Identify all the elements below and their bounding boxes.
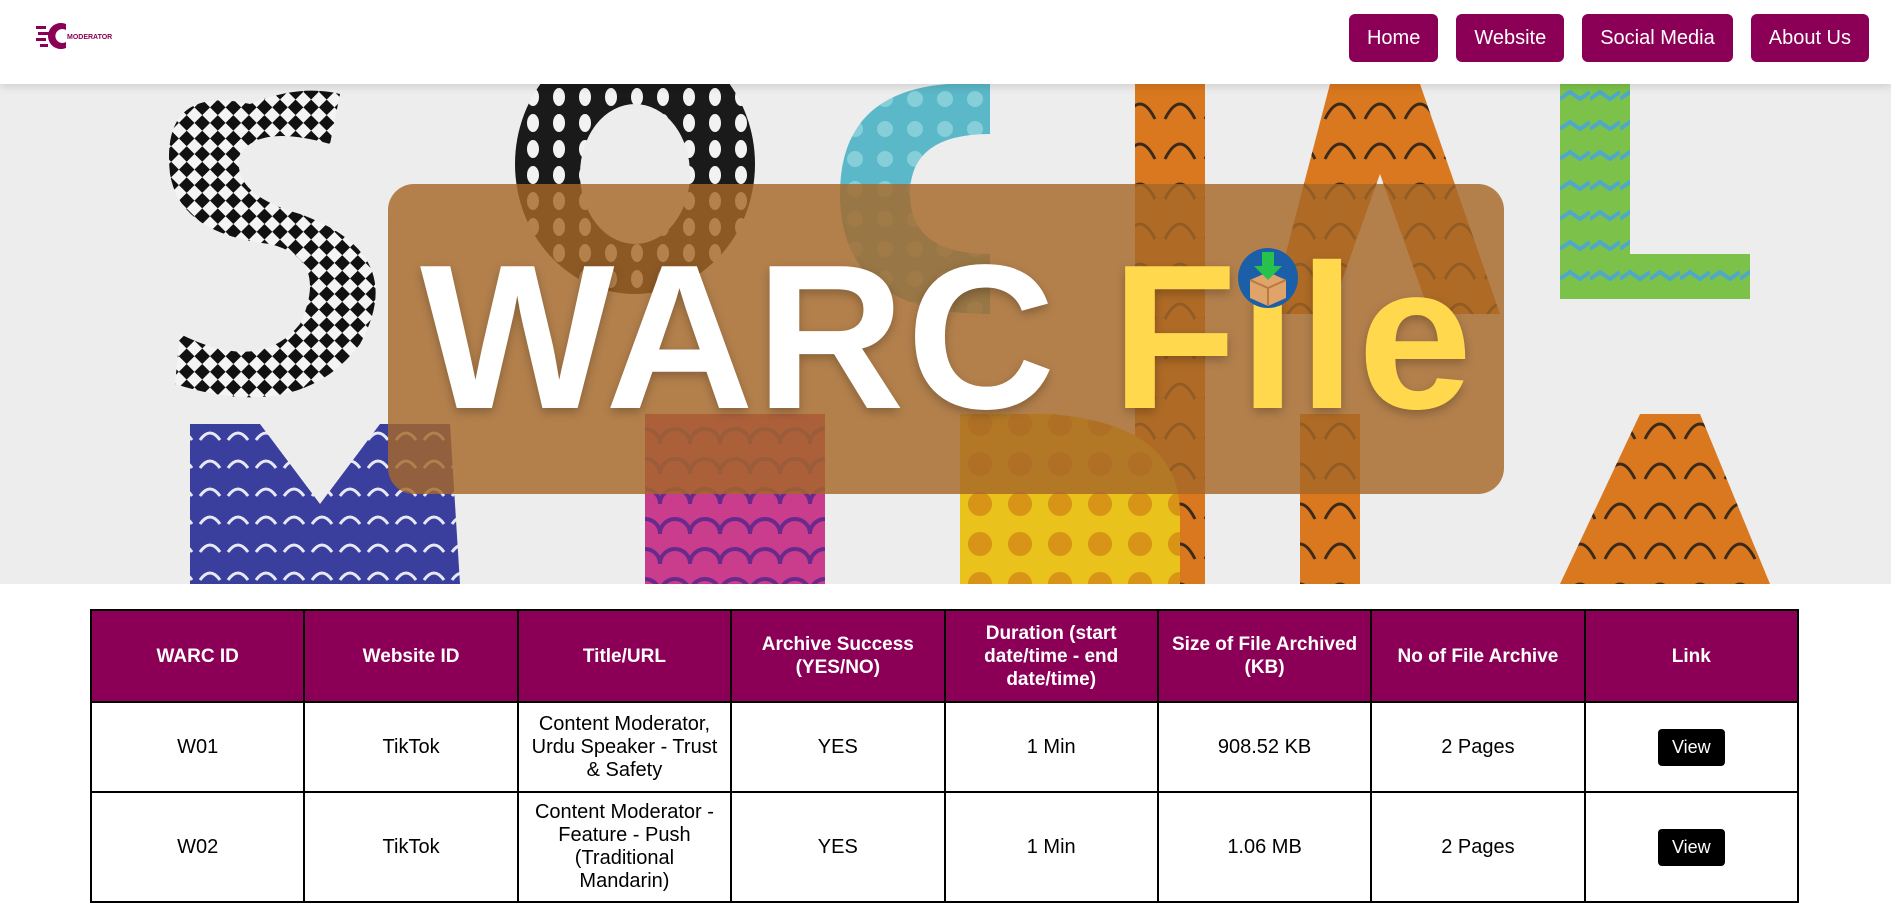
- cell-duration: 1 Min: [943, 701, 1159, 793]
- cell-website-id: TikTok: [303, 701, 519, 793]
- cell-file-count: 2 Pages: [1370, 701, 1586, 793]
- svg-text:MODERATOR: MODERATOR: [67, 34, 112, 41]
- cell-file-size: 1.06 MB: [1156, 791, 1373, 903]
- table-row: W01 TikTok Content Moderator, Urdu Speak…: [89, 701, 1800, 793]
- hero-banner: WARC File: [0, 84, 1891, 584]
- header-website-id: Website ID: [303, 609, 519, 703]
- cell-file-size: 908.52 KB: [1156, 701, 1373, 793]
- cell-file-count: 2 Pages: [1370, 791, 1586, 903]
- table-header-row: WARC ID Website ID Title/URL Archive Suc…: [89, 609, 1800, 703]
- cell-duration: 1 Min: [943, 791, 1159, 903]
- cell-archive-success: YES: [730, 791, 946, 903]
- header-duration: Duration (start date/time - end date/tim…: [943, 609, 1159, 703]
- table-row: W02 TikTok Content Moderator - Feature -…: [89, 791, 1800, 903]
- top-navbar: MODERATOR Home Website Social Media Abou…: [0, 0, 1891, 84]
- hero-title: WARC File: [420, 234, 1474, 440]
- header-file-count: No of File Archive: [1370, 609, 1586, 703]
- nav-social-media-button[interactable]: Social Media: [1582, 14, 1733, 62]
- nav-about-us-button[interactable]: About Us: [1750, 14, 1869, 62]
- cell-link: View: [1583, 701, 1800, 793]
- cell-website-id: TikTok: [303, 791, 519, 903]
- warc-table-container: WARC ID Website ID Title/URL Archive Suc…: [89, 609, 1800, 903]
- header-link: Link: [1583, 609, 1800, 703]
- cell-warc-id: W02: [89, 791, 306, 903]
- download-box-icon: [1236, 246, 1300, 310]
- cell-archive-success: YES: [730, 701, 946, 793]
- nav-home-button[interactable]: Home: [1348, 14, 1439, 62]
- hero-title-warc: WARC: [420, 222, 1058, 452]
- header-file-size: Size of File Archived (KB): [1156, 609, 1373, 703]
- nav-website-button[interactable]: Website: [1456, 14, 1565, 62]
- header-warc-id: WARC ID: [89, 609, 306, 703]
- cell-title-url: Content Moderator - Feature - Push (Trad…: [516, 791, 733, 903]
- header-title-url: Title/URL: [516, 609, 733, 703]
- warc-table: WARC ID Website ID Title/URL Archive Suc…: [89, 609, 1800, 903]
- cell-link: View: [1583, 791, 1800, 903]
- moderator-logo[interactable]: MODERATOR: [36, 20, 118, 52]
- nav-links: Home Website Social Media About Us: [1348, 14, 1869, 62]
- view-button[interactable]: View: [1657, 828, 1725, 866]
- view-button[interactable]: View: [1657, 728, 1725, 766]
- header-archive-success: Archive Success (YES/NO): [730, 609, 946, 703]
- cell-warc-id: W01: [89, 701, 306, 793]
- cell-title-url: Content Moderator, Urdu Speaker - Trust …: [516, 701, 733, 793]
